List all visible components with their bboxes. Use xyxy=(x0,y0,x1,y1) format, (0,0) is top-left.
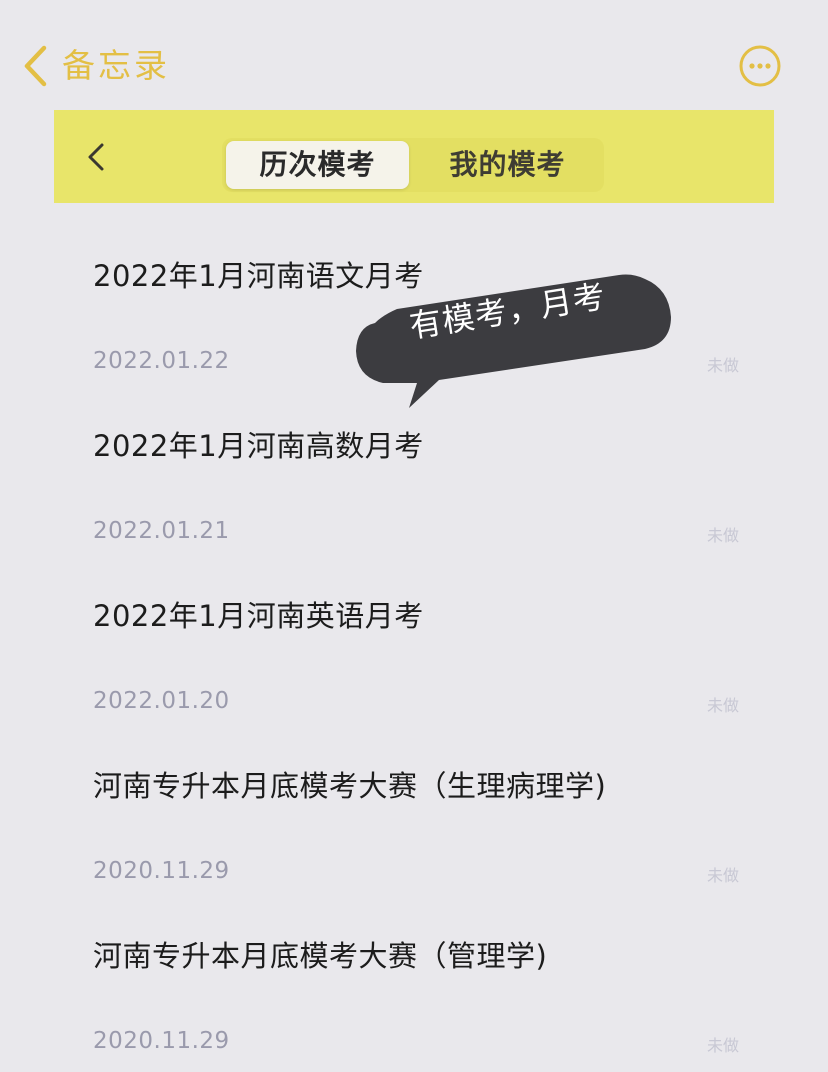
app-back-button[interactable] xyxy=(86,142,106,172)
app-header: 历次模考 我的模考 xyxy=(54,110,774,203)
notes-back-label: 备忘录 xyxy=(62,46,170,85)
exam-title: 河南专升本月底模考大赛（管理学) xyxy=(93,939,548,973)
chevron-left-icon xyxy=(86,143,106,176)
segmented-control: 历次模考 我的模考 xyxy=(222,138,604,192)
notes-back-button[interactable]: 备忘录 xyxy=(22,42,170,90)
exam-date: 2020.11.29 xyxy=(93,858,230,884)
tab-history-exams[interactable]: 历次模考 xyxy=(226,141,409,189)
exam-date: 2022.01.22 xyxy=(93,348,230,374)
exam-title: 河南专升本月底模考大赛（生理病理学) xyxy=(93,769,607,803)
list-item[interactable]: 2022年1月河南高数月考 2022.01.21 未做 xyxy=(0,373,828,545)
screen: 备忘录 历次模考 我的模考 2022年1月河南语文月考 2022.01.22 未… xyxy=(0,0,828,1072)
exam-date: 2022.01.20 xyxy=(93,688,230,714)
list-item[interactable]: 2022年1月河南英语月考 2022.01.20 未做 xyxy=(0,543,828,715)
list-item[interactable]: 河南专升本月底模考大赛（生理病理学) 2020.11.29 未做 xyxy=(0,713,828,885)
list-item[interactable]: 河南专升本月底模考大赛（管理学) 2020.11.29 未做 xyxy=(0,883,828,1055)
exam-title: 2022年1月河南语文月考 xyxy=(93,259,424,293)
chevron-left-icon xyxy=(22,44,48,88)
exam-title: 2022年1月河南英语月考 xyxy=(93,599,424,633)
notes-nav-bar: 备忘录 xyxy=(0,0,828,110)
exam-status: 未做 xyxy=(707,1036,740,1055)
more-button[interactable] xyxy=(739,45,781,87)
exam-date: 2022.01.21 xyxy=(93,518,230,544)
ellipsis-circle-icon xyxy=(739,45,781,91)
tab-my-exams[interactable]: 我的模考 xyxy=(416,141,599,189)
list-item[interactable]: 2022年1月河南语文月考 2022.01.22 未做 xyxy=(0,203,828,375)
exam-title: 2022年1月河南高数月考 xyxy=(93,429,424,463)
exam-date: 2020.11.29 xyxy=(93,1028,230,1054)
